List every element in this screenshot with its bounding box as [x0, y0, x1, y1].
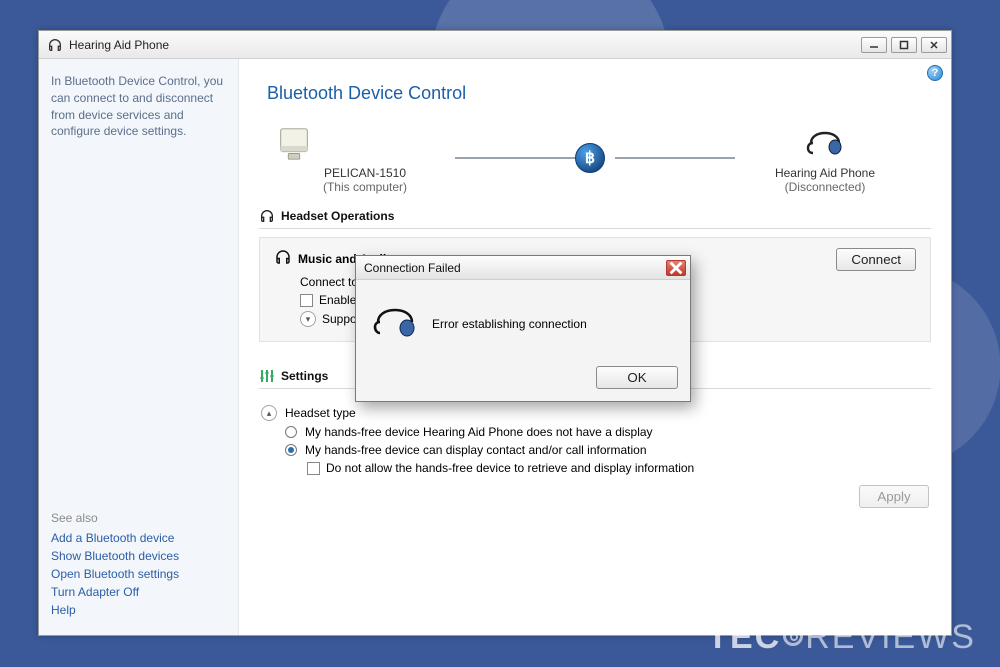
dialog-message: Error establishing connection — [432, 317, 587, 331]
link-turn-adapter-off[interactable]: Turn Adapter Off — [51, 585, 226, 599]
link-add-bluetooth-device[interactable]: Add a Bluetooth device — [51, 531, 226, 545]
apply-button[interactable]: Apply — [859, 485, 929, 508]
device-name: Hearing Aid Phone — [735, 166, 915, 180]
dialog-ok-button[interactable]: OK — [596, 366, 678, 389]
maximize-button[interactable] — [891, 37, 917, 53]
checkbox-do-not-allow[interactable] — [307, 462, 320, 475]
link-show-bluetooth-devices[interactable]: Show Bluetooth devices — [51, 549, 226, 563]
headphones-icon — [274, 248, 292, 269]
see-also-header: See also — [51, 511, 226, 525]
connect-button[interactable]: Connect — [836, 248, 916, 271]
dialog-headset-icon — [372, 306, 418, 343]
minimize-button[interactable] — [861, 37, 887, 53]
headset-operations-header: Headset Operations — [259, 208, 931, 229]
headset-type-label: Headset type — [285, 406, 356, 420]
titlebar: Hearing Aid Phone — [39, 31, 951, 59]
sidebar-intro: In Bluetooth Device Control, you can con… — [51, 73, 226, 140]
page-title: Bluetooth Device Control — [267, 83, 931, 104]
window-title: Hearing Aid Phone — [69, 38, 857, 52]
dialog-close-button[interactable] — [666, 260, 686, 276]
chevron-down-icon[interactable]: ▾ — [300, 311, 316, 327]
enable-speech-checkbox[interactable] — [300, 294, 313, 307]
connector-right — [615, 157, 735, 159]
dialog-body: Error establishing connection — [356, 280, 690, 360]
headset-section-icon — [259, 208, 275, 224]
node-device: Hearing Aid Phone (Disconnected) — [735, 122, 915, 194]
node-computer: PELICAN-1510 (This computer) — [275, 122, 455, 194]
help-icon[interactable]: ? — [927, 65, 943, 81]
headset-icon — [47, 37, 63, 53]
radio-has-display-label: My hands-free device can display contact… — [305, 443, 647, 457]
headset-device-icon — [735, 122, 915, 166]
dialog-titlebar: Connection Failed — [356, 256, 690, 280]
settings-section-icon — [259, 368, 275, 384]
settings-label: Settings — [281, 369, 328, 383]
computer-sub: (This computer) — [275, 180, 455, 194]
radio-has-display[interactable] — [285, 444, 297, 456]
sidebar: In Bluetooth Device Control, you can con… — [39, 59, 239, 635]
connector-left — [455, 157, 575, 159]
dialog-title: Connection Failed — [364, 261, 461, 275]
headset-operations-label: Headset Operations — [281, 209, 394, 223]
radio-no-display[interactable] — [285, 426, 297, 438]
bluetooth-icon: ฿ — [575, 143, 605, 173]
connection-diagram: PELICAN-1510 (This computer) ฿ Hearing A… — [259, 122, 931, 194]
sidebar-see-also: See also Add a Bluetooth device Show Blu… — [51, 511, 226, 621]
device-sub: (Disconnected) — [735, 180, 915, 194]
radio-no-display-label: My hands-free device Hearing Aid Phone d… — [305, 425, 653, 439]
chevron-up-icon[interactable]: ▴ — [261, 405, 277, 421]
checkbox-do-not-allow-label: Do not allow the hands-free device to re… — [326, 461, 694, 475]
computer-name: PELICAN-1510 — [275, 166, 455, 180]
settings-panel: ▴ Headset type My hands-free device Hear… — [259, 397, 931, 512]
computer-icon — [275, 122, 313, 166]
connection-failed-dialog: Connection Failed Error establishing con… — [355, 255, 691, 402]
close-button[interactable] — [921, 37, 947, 53]
link-help[interactable]: Help — [51, 603, 226, 617]
link-open-bluetooth-settings[interactable]: Open Bluetooth settings — [51, 567, 226, 581]
